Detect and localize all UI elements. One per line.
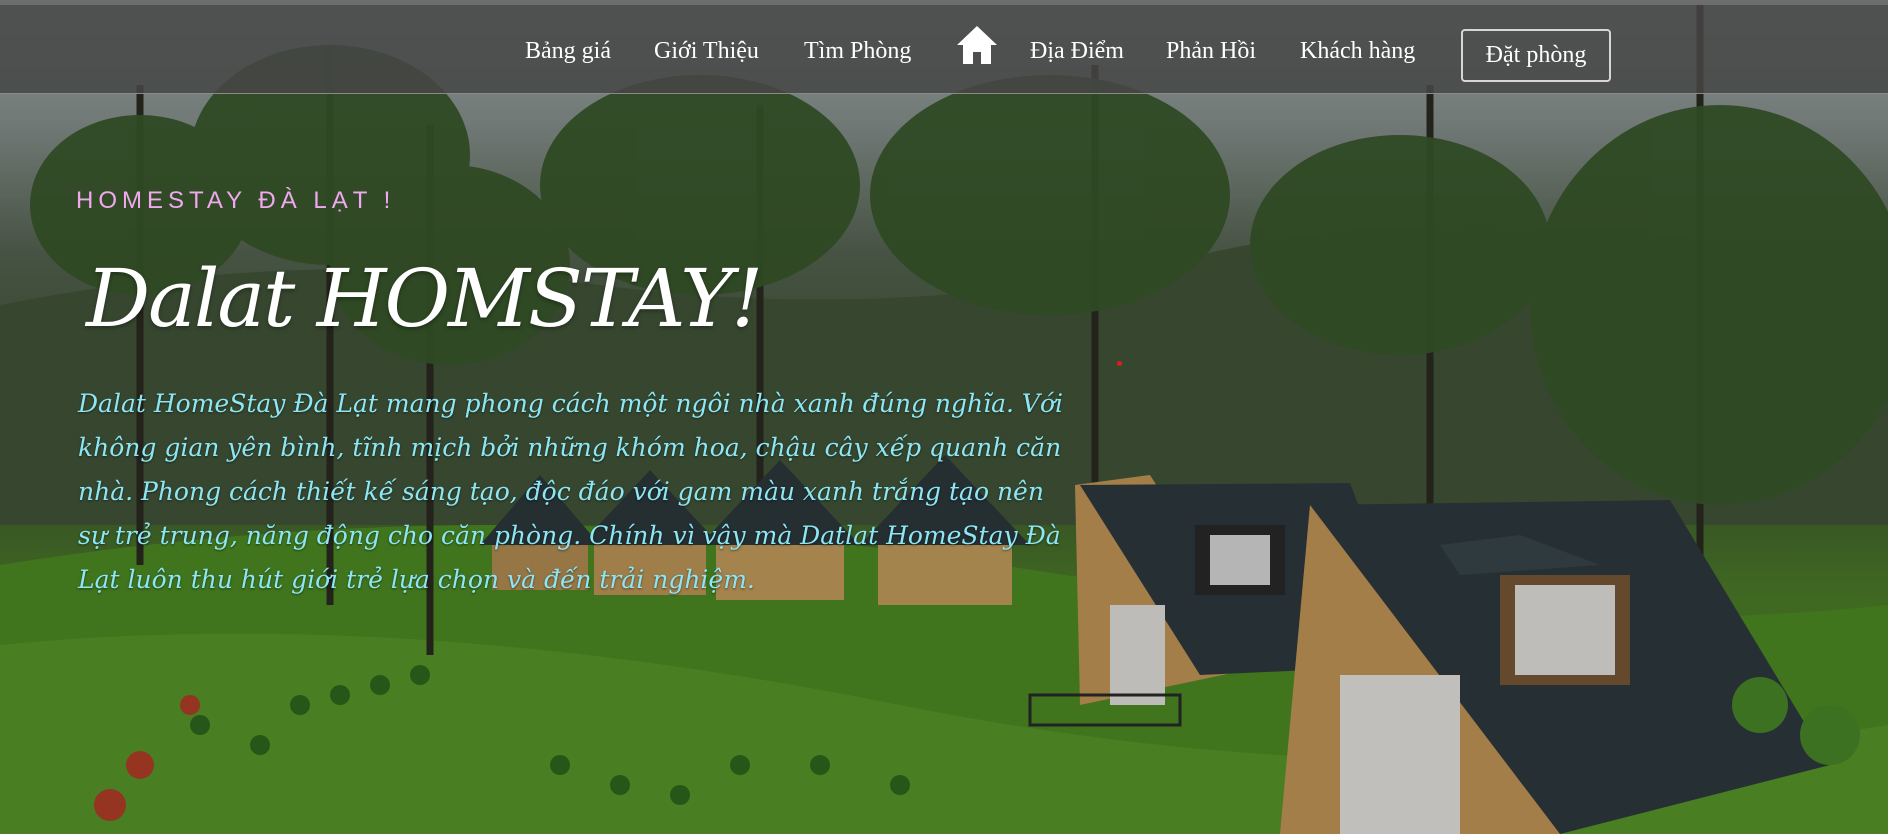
hero-title: Dalat HOMSTAY! <box>86 252 763 345</box>
book-room-button[interactable]: Đặt phòng <box>1461 29 1611 82</box>
nav-dia-diem[interactable]: Địa Điểm <box>1030 38 1124 65</box>
nav-tim-phong[interactable]: Tìm Phòng <box>804 38 911 65</box>
nav-gioi-thieu[interactable]: Giới Thiệu <box>654 38 759 65</box>
top-navbar: Bảng giá Giới Thiệu Tìm Phòng Địa Điểm P… <box>0 5 1888 94</box>
decorative-dot <box>1117 361 1122 366</box>
nav-phan-hoi[interactable]: Phản Hồi <box>1166 38 1256 65</box>
hero-eyebrow: HOMESTAY ĐÀ LẠT ! <box>76 187 396 214</box>
hero-description: Dalat HomeStay Đà Lạt mang phong cách mộ… <box>78 389 1064 594</box>
nav-khach-hang[interactable]: Khách hàng <box>1300 38 1415 65</box>
home-icon[interactable] <box>955 24 999 66</box>
nav-bang-gia[interactable]: Bảng giá <box>525 38 611 65</box>
